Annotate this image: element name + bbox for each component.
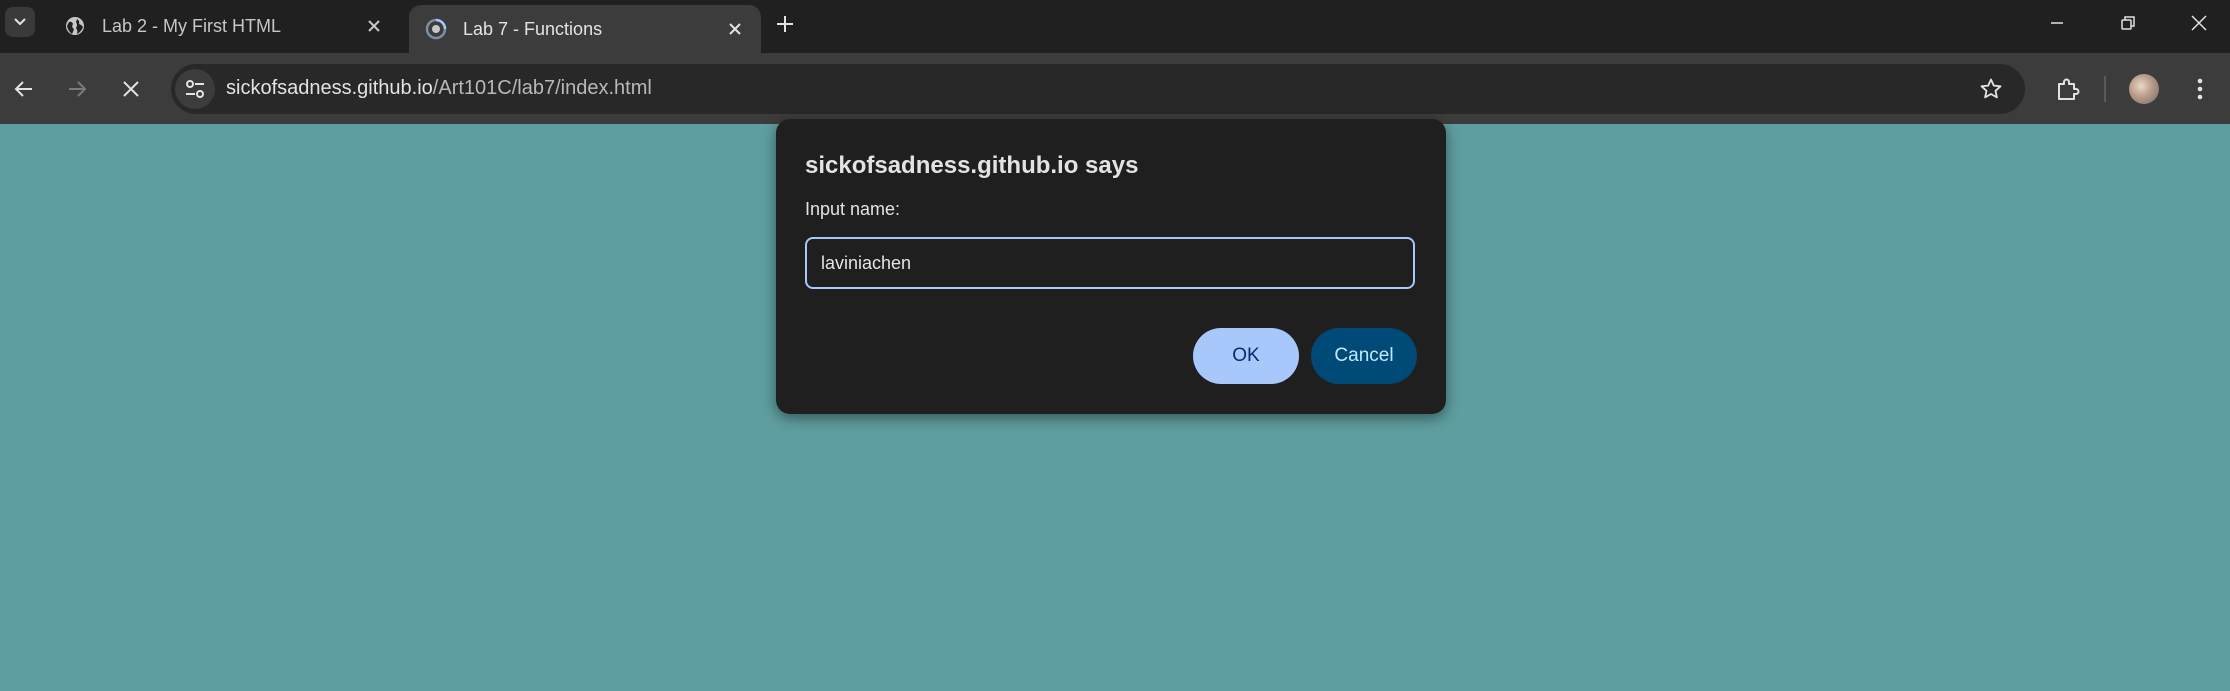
globe-icon bbox=[64, 15, 86, 37]
tune-icon bbox=[186, 80, 204, 98]
chevron-down-icon bbox=[14, 18, 26, 26]
close-tab-icon[interactable] bbox=[723, 17, 747, 41]
tab-search-button[interactable] bbox=[5, 7, 35, 37]
cancel-button[interactable]: Cancel bbox=[1311, 328, 1417, 384]
forward-arrow-icon bbox=[69, 81, 87, 97]
back-arrow-icon bbox=[14, 81, 32, 97]
close-icon bbox=[123, 81, 139, 97]
close-window-button[interactable] bbox=[2170, 0, 2228, 46]
url-text[interactable]: sickofsadness.github.io/Art101C/lab7/ind… bbox=[226, 77, 652, 100]
tab-lab-2[interactable]: Lab 2 - My First HTML bbox=[48, 5, 400, 47]
tab-title: Lab 7 - Functions bbox=[463, 18, 603, 39]
dialog-title: sickofsadness.github.io says bbox=[805, 152, 1139, 179]
back-button[interactable] bbox=[4, 69, 44, 109]
prompt-dialog: sickofsadness.github.io says Input name:… bbox=[776, 119, 1446, 414]
address-bar[interactable]: sickofsadness.github.io/Art101C/lab7/ind… bbox=[171, 64, 2025, 114]
bookmark-star-icon[interactable] bbox=[1977, 75, 2005, 103]
profile-avatar[interactable] bbox=[2129, 74, 2159, 104]
site-info-button[interactable] bbox=[175, 69, 215, 109]
loading-icon bbox=[425, 18, 447, 40]
puzzle-icon bbox=[2058, 78, 2080, 100]
ok-button[interactable]: OK bbox=[1193, 328, 1299, 384]
browser-menu-button[interactable] bbox=[2180, 69, 2220, 109]
plus-icon bbox=[777, 16, 793, 32]
toolbar-divider bbox=[2104, 76, 2106, 102]
minimize-button[interactable] bbox=[2028, 0, 2086, 46]
stop-loading-button[interactable] bbox=[111, 69, 151, 109]
name-input[interactable] bbox=[805, 237, 1415, 289]
close-icon bbox=[2191, 15, 2207, 31]
minimize-icon bbox=[2051, 22, 2063, 24]
extensions-button[interactable] bbox=[2048, 69, 2088, 109]
tab-title: Lab 2 - My First HTML bbox=[102, 15, 282, 36]
restore-icon bbox=[2121, 16, 2135, 30]
forward-button[interactable] bbox=[57, 69, 97, 109]
dialog-message: Input name: bbox=[805, 199, 901, 219]
new-tab-button[interactable] bbox=[770, 9, 800, 39]
tab-strip: Lab 2 - My First HTML Lab 7 - Functions bbox=[0, 0, 2230, 53]
url-path: /Art101C/lab7/index.html bbox=[432, 77, 652, 99]
close-tab-icon[interactable] bbox=[362, 14, 386, 38]
more-vertical-icon bbox=[2197, 78, 2203, 100]
browser-toolbar: sickofsadness.github.io/Art101C/lab7/ind… bbox=[0, 53, 2230, 124]
url-host: sickofsadness.github.io bbox=[226, 77, 433, 99]
restore-button[interactable] bbox=[2099, 0, 2157, 46]
tab-lab-7[interactable]: Lab 7 - Functions bbox=[409, 5, 761, 53]
browser-window: Lab 2 - My First HTML Lab 7 - Functions bbox=[0, 0, 2230, 691]
